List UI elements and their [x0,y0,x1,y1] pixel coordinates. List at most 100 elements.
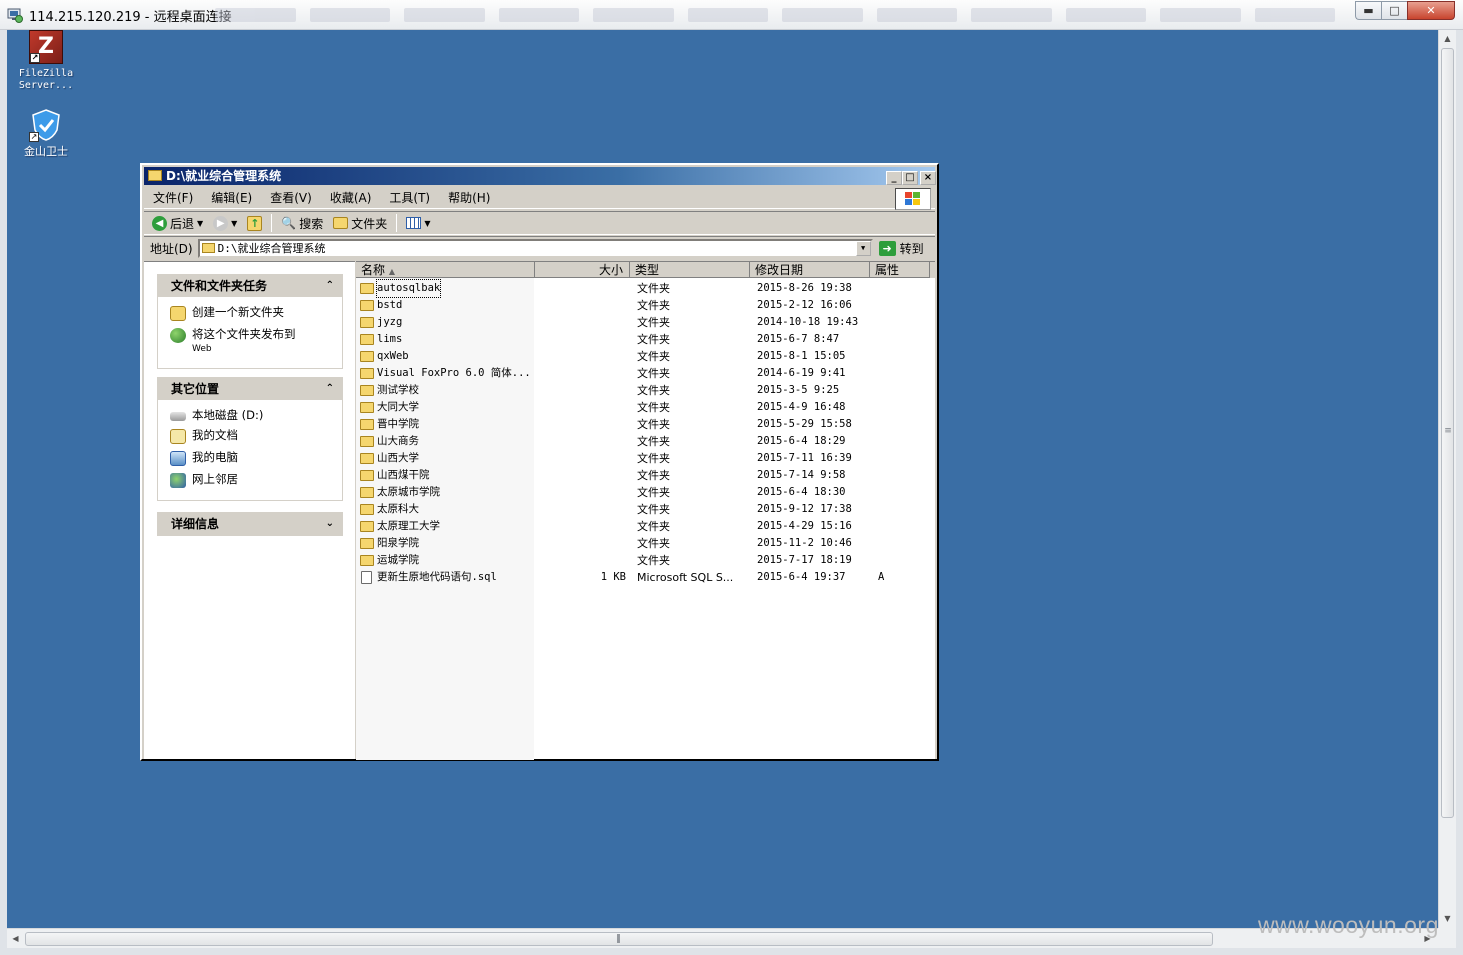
file-list[interactable]: 名称 ▲ 大小 类型 修改日期 属性 autosqlbak 文件夹 2015-8-2… [356,261,935,760]
window-border-bottom [0,948,1463,955]
file-row[interactable]: Visual FoxPro 6.0 简体... 文件夹 2014-6-19 9:41 [356,365,935,382]
horizontal-scroll-thumb[interactable]: ||| [25,932,1213,946]
menu-tools[interactable]: 工具(T) [380,189,439,206]
file-name: 晋中学院 [377,418,419,430]
other-places-header[interactable]: 其它位置 ⌃ [158,378,342,400]
dropdown-arrow-icon[interactable]: ▼ [231,219,237,228]
file-row[interactable]: bstd 文件夹 2015-2-12 16:06 [356,297,935,314]
file-row[interactable]: 山西大学 文件夹 2015-7-11 16:39 [356,450,935,467]
dropdown-arrow-icon[interactable]: ▼ [197,219,203,228]
rdp-minimize-button[interactable]: ▬ [1355,1,1381,20]
details-header[interactable]: 详细信息 ⌄ [158,513,342,535]
folder-icon [148,170,162,181]
desktop-icon-label: 金山卫士 [24,145,68,158]
file-date: 2015-2-12 16:06 [757,299,852,311]
file-name: 山西大学 [377,452,419,464]
folders-button[interactable]: 文件夹 [330,213,390,233]
place-local-disk[interactable]: 本地磁盘 (D:) [170,409,342,422]
forward-button[interactable]: ▶ ▼ [210,213,240,233]
file-name: 太原科大 [377,503,419,515]
file-row[interactable]: 山大商务 文件夹 2015-6-4 18:29 [356,433,935,450]
back-button[interactable]: ◀ 后退 ▼ [149,213,206,233]
task-publish-web[interactable]: 将这个文件夹发布到 Web [170,328,342,356]
desktop-icon-kingsoft[interactable]: ↗ 金山卫士 [11,108,81,158]
column-header-size[interactable]: 大小 [535,262,630,278]
file-name: 山大商务 [377,435,419,447]
file-date: 2014-10-18 19:43 [757,316,859,328]
column-header-attributes[interactable]: 属性 [870,262,930,278]
file-row[interactable]: jyzg 文件夹 2014-10-18 19:43 [356,314,935,331]
scroll-down-arrow-icon[interactable]: ▼ [1440,910,1455,927]
file-date: 2015-9-12 17:38 [757,503,852,515]
file-row[interactable]: 山西煤干院 文件夹 2015-7-14 9:58 [356,467,935,484]
dropdown-arrow-icon[interactable]: ▼ [424,219,430,228]
place-my-computer[interactable]: 我的电脑 [170,451,342,466]
expand-chevron-icon[interactable]: ⌄ [326,513,334,535]
file-row[interactable]: 测试学校 文件夹 2015-3-5 9:25 [356,382,935,399]
menu-favorites[interactable]: 收藏(A) [321,189,381,206]
file-row[interactable]: 太原理工大学 文件夹 2015-4-29 15:16 [356,518,935,535]
rdp-close-button[interactable]: ✕ [1407,1,1455,20]
go-button[interactable]: ➜ 转到 [878,240,924,257]
column-header-type[interactable]: 类型 [630,262,750,278]
folder-icon [360,368,374,379]
explorer-maximize-button[interactable]: □ [902,171,918,185]
vertical-scrollbar[interactable]: ▲ ≡ ▼ [1438,30,1456,928]
explorer-window[interactable]: D:\就业综合管理系统 _ □ × 文件(F) 编辑(E) 查看(V) 收藏(A… [140,163,939,761]
address-input[interactable]: D:\就业综合管理系统 ▼ [197,239,873,258]
file-row[interactable]: 运城学院 文件夹 2015-7-17 18:19 [356,552,935,569]
views-button[interactable]: ▼ [403,213,433,233]
place-my-documents-label: 我的文档 [192,428,238,442]
vertical-scroll-thumb[interactable]: ≡ [1441,48,1454,818]
file-row[interactable]: 太原城市学院 文件夹 2015-6-4 18:30 [356,484,935,501]
menu-bar: 文件(F) 编辑(E) 查看(V) 收藏(A) 工具(T) 帮助(H) [144,187,935,210]
explorer-title: D:\就业综合管理系统 [166,169,282,183]
address-dropdown-button[interactable]: ▼ [855,241,871,256]
back-label: 后退 [170,216,195,231]
collapse-chevron-icon[interactable]: ⌃ [326,378,334,400]
search-button[interactable]: 🔍 搜索 [278,213,326,233]
collapse-chevron-icon[interactable]: ⌃ [326,275,334,297]
place-my-documents[interactable]: 我的文档 [170,429,342,444]
file-tasks-header[interactable]: 文件和文件夹任务 ⌃ [158,275,342,297]
file-row[interactable]: autosqlbak 文件夹 2015-8-26 19:38 [356,279,935,298]
file-row[interactable]: qxWeb 文件夹 2015-8-1 15:05 [356,348,935,365]
rdp-maximize-button[interactable]: □ [1381,1,1407,20]
explorer-titlebar[interactable]: D:\就业综合管理系统 _ □ × [144,167,936,185]
my-computer-icon [170,451,186,466]
place-network[interactable]: 网上邻居 [170,473,342,488]
column-header-name[interactable]: 名称 ▲ [356,262,535,278]
file-name: bstd [377,299,403,311]
toolbar-separator [271,214,273,232]
menu-edit[interactable]: 编辑(E) [202,189,261,206]
up-folder-button[interactable]: ↑ [244,213,265,233]
file-row[interactable]: 晋中学院 文件夹 2015-5-29 15:58 [356,416,935,433]
scroll-left-arrow-icon[interactable]: ◀ [7,931,24,947]
file-type: Microsoft SQL S... [637,571,734,584]
rdp-titlebar[interactable]: 114.215.120.219 - 远程桌面连接 ▬ □ ✕ [0,0,1463,30]
horizontal-scrollbar[interactable]: ◀ ||| ▶ [7,928,1438,948]
file-name: jyzg [377,316,403,328]
windows-logo-icon [895,188,931,210]
explorer-close-button[interactable]: × [920,171,936,185]
file-date: 2015-5-29 15:58 [757,418,852,430]
shortcut-arrow-icon: ↗ [29,132,39,142]
place-network-label: 网上邻居 [192,472,238,486]
folder-icon [360,283,374,294]
menu-help[interactable]: 帮助(H) [439,189,499,206]
file-name: 测试学校 [377,384,419,396]
column-header-date[interactable]: 修改日期 [750,262,870,278]
file-row[interactable]: 阳泉学院 文件夹 2015-11-2 10:46 [356,535,935,552]
file-tasks-title: 文件和文件夹任务 [171,279,268,293]
task-new-folder[interactable]: 创建一个新文件夹 [170,306,342,321]
task-publish-label-web: Web [192,344,212,354]
file-row[interactable]: lims 文件夹 2015-6-7 8:47 [356,331,935,348]
file-row[interactable]: 大同大学 文件夹 2015-4-9 16:48 [356,399,935,416]
desktop-icon-filezilla[interactable]: Z ↗ FileZilla Server... [11,30,81,92]
menu-file[interactable]: 文件(F) [144,189,202,206]
file-row[interactable]: 更新生原地代码语句.sql 1 KB Microsoft SQL S... 2015-… [356,569,935,586]
explorer-minimize-button[interactable]: _ [886,171,902,185]
menu-view[interactable]: 查看(V) [261,189,321,206]
scroll-up-arrow-icon[interactable]: ▲ [1440,30,1455,47]
file-row[interactable]: 太原科大 文件夹 2015-9-12 17:38 [356,501,935,518]
